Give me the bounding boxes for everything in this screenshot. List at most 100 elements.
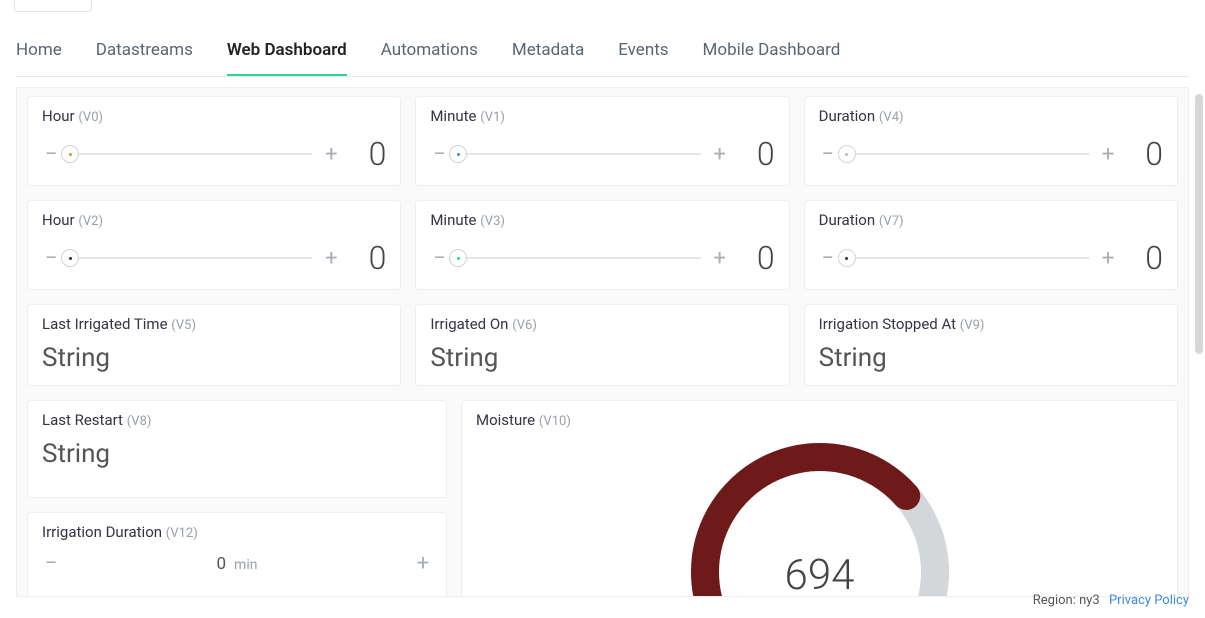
card-title: Hour (V0) [42,107,386,125]
label-text: Irrigation Stopped At [819,315,956,333]
dashboard-canvas: Hour (V0) − + 0 Minute (V1) − + [16,87,1189,597]
minus-button[interactable]: − [819,142,837,167]
pin-text: (V6) [512,318,537,333]
slider-dot-icon [457,257,460,260]
nav-tabs: Home Datastreams Web Dashboard Automations M… [16,12,1189,77]
slider-thumb[interactable] [449,145,467,163]
label-text: Duration [819,107,875,125]
slider-track[interactable] [70,153,312,155]
region-label: Region: [1033,593,1076,608]
label-text: Irrigated On [430,315,508,333]
card-title: Last Restart (V8) [42,411,432,429]
slider-track[interactable] [847,153,1089,155]
gauge: 694 [685,437,955,597]
minus-button[interactable]: − [42,551,60,576]
tab-mobile-dashboard[interactable]: Mobile Dashboard [703,40,841,76]
tab-web-dashboard[interactable]: Web Dashboard [227,40,347,76]
slider-thumb[interactable] [838,145,856,163]
slider-dot-icon [69,257,72,260]
slider-card: Duration (V7) − + 0 [804,200,1178,290]
plus-button[interactable]: + [711,142,729,167]
string-card: Irrigated On (V6) String [415,304,789,386]
minus-button[interactable]: − [42,246,60,271]
tab-datastreams[interactable]: Datastreams [96,40,193,76]
card-title: Minute (V1) [430,107,774,125]
slider-track[interactable] [458,153,700,155]
slider-thumb[interactable] [61,145,79,163]
slider-dot-icon [457,153,460,156]
plus-button[interactable]: + [322,142,340,167]
slider-dot-icon [69,153,72,156]
card-title: Irrigated On (V6) [430,315,774,333]
card-title: Irrigation Stopped At (V9) [819,315,1163,333]
slider-value: 0 [739,239,775,277]
slider-value: 0 [1127,135,1163,173]
pin-text: (V12) [166,526,198,541]
value-text: String [42,439,432,469]
card-title: Hour (V2) [42,211,386,229]
plus-button[interactable]: + [711,246,729,271]
plus-button[interactable]: + [322,246,340,271]
card-irrigation-duration: Irrigation Duration (V12) − 0 min + [27,512,447,597]
slider-value: 0 [350,135,386,173]
pin-text: (V10) [539,414,571,429]
value-text: String [42,343,386,373]
label-text: Hour [42,211,75,229]
label-text: Minute [430,107,476,125]
slider-value: 0 [1127,239,1163,277]
slider-thumb[interactable] [449,249,467,267]
card-moisture: Moisture (V10) 694 [461,400,1178,597]
label-text: Hour [42,107,75,125]
gauge-value: 694 [685,551,955,597]
card-title: Duration (V4) [819,107,1163,125]
card-title: Duration (V7) [819,211,1163,229]
label-text: Minute [430,211,476,229]
slider-thumb[interactable] [61,249,79,267]
slider-track[interactable] [70,257,312,259]
label-text: Irrigation Duration [42,523,162,541]
tab-events[interactable]: Events [618,40,668,76]
panel-edge [14,0,92,12]
pin-text: (V8) [127,414,152,429]
tab-automations[interactable]: Automations [381,40,478,76]
pin-text: (V3) [480,214,505,229]
pin-text: (V0) [78,110,103,125]
label-text: Duration [819,211,875,229]
plus-button[interactable]: + [1099,246,1117,271]
card-title: Minute (V3) [430,211,774,229]
plus-button[interactable]: + [1099,142,1117,167]
pin-text: (V9) [960,318,985,333]
region-value: ny3 [1079,593,1100,608]
minus-button[interactable]: − [430,142,448,167]
slider-track[interactable] [847,257,1089,259]
card-title: Irrigation Duration (V12) [42,523,432,541]
slider-dot-icon [845,153,848,156]
slider-value: 0 [350,239,386,277]
slider-track[interactable] [458,257,700,259]
minus-button[interactable]: − [430,246,448,271]
pin-text: (V2) [78,214,103,229]
tab-metadata[interactable]: Metadata [512,40,584,76]
card-title: Moisture (V10) [476,411,1163,429]
minus-button[interactable]: − [42,142,60,167]
stepper-unit: min [234,557,257,573]
pin-text: (V7) [879,214,904,229]
label-text: Last Restart [42,411,123,429]
card-title: Last Irrigated Time (V5) [42,315,386,333]
pin-text: (V4) [879,110,904,125]
label-text: Last Irrigated Time [42,315,168,333]
slider-value: 0 [739,135,775,173]
pin-text: (V5) [171,318,196,333]
label-text: Moisture [476,411,535,429]
slider-thumb[interactable] [838,249,856,267]
minus-button[interactable]: − [819,246,837,271]
string-card: Last Irrigated Time (V5) String [27,304,401,386]
scrollbar[interactable] [1195,94,1203,354]
privacy-link[interactable]: Privacy Policy [1109,593,1189,608]
footer: Region: ny3 Privacy Policy [1033,593,1189,608]
plus-button[interactable]: + [414,551,432,576]
tab-home[interactable]: Home [16,40,62,76]
value-text: String [430,343,774,373]
slider-card: Minute (V1) − + 0 [415,96,789,186]
slider-dot-icon [845,257,848,260]
